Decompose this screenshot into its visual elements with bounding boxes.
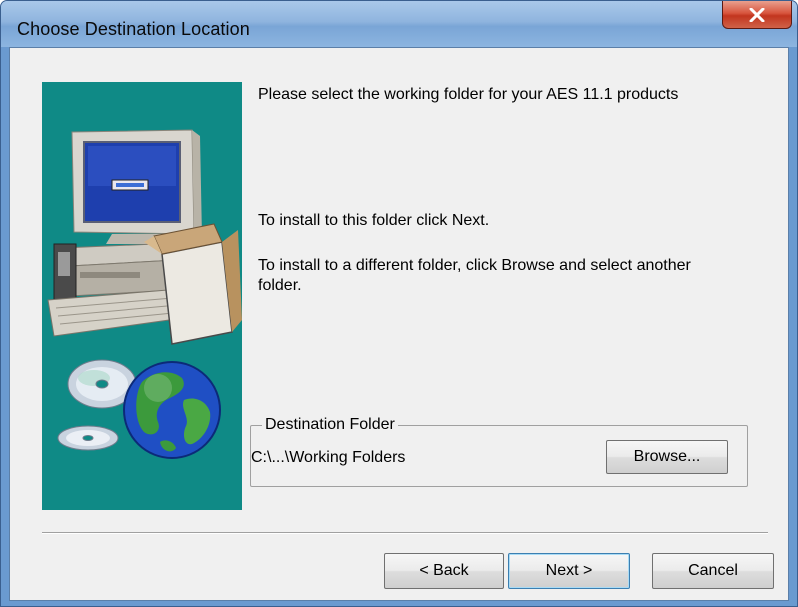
- computer-icon: [47, 129, 242, 345]
- dialog-window: Choose Destination Location Please selec…: [0, 0, 798, 607]
- close-button[interactable]: [722, 1, 792, 29]
- separator-line: [42, 532, 768, 534]
- close-x-icon: [749, 7, 765, 22]
- back-button[interactable]: < Back: [384, 553, 504, 589]
- illustration-graphic: [47, 129, 242, 459]
- next-button[interactable]: Next >: [508, 553, 630, 589]
- title-bar[interactable]: Choose Destination Location: [1, 1, 797, 47]
- globe-icon: [123, 361, 221, 459]
- intro-text: Please select the working folder for you…: [258, 86, 679, 103]
- window-title: Choose Destination Location: [17, 19, 250, 39]
- dialog-body: Please select the working folder for you…: [9, 47, 789, 601]
- install-browse-text-line1: To install to a different folder, click …: [258, 257, 691, 274]
- destination-folder-group: Destination Folder C:\...\Working Folder…: [250, 415, 748, 487]
- install-browse-text-line2: folder.: [258, 277, 302, 294]
- destination-path: C:\...\Working Folders: [251, 449, 406, 466]
- browse-button[interactable]: Browse...: [606, 440, 728, 474]
- setup-illustration: [42, 82, 242, 510]
- cancel-button[interactable]: Cancel: [652, 553, 774, 589]
- destination-folder-label: Destination Folder: [262, 415, 398, 435]
- install-next-text: To install to this folder click Next.: [258, 212, 490, 229]
